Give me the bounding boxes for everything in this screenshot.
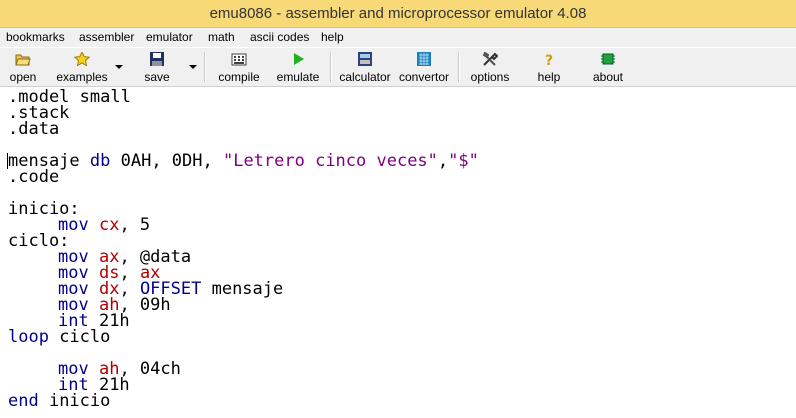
options-button[interactable]: options <box>466 48 514 86</box>
code-line: end inicio <box>8 391 111 411</box>
menu-ascii-codes[interactable]: ascii codes <box>250 30 309 44</box>
code-line: .data <box>8 119 60 139</box>
code-token: "$" <box>448 151 479 171</box>
examples-label: examples <box>56 70 108 84</box>
compile-icon <box>231 53 247 66</box>
code-line: mov cx, 5 <box>58 215 151 235</box>
toolbar-separator <box>204 52 206 82</box>
code-line: .code <box>8 167 60 187</box>
code-line: mensaje db 0AH, 0DH, "Letrero cinco vece… <box>8 151 479 171</box>
code-line: loop ciclo <box>8 327 111 347</box>
code-token: , <box>437 151 449 171</box>
code-token: , 5 <box>119 215 151 235</box>
open-button[interactable]: open <box>4 48 42 86</box>
menu-help[interactable]: help <box>321 30 344 44</box>
about-label: about <box>592 70 624 84</box>
code-token: 0AH, 0DH, <box>110 151 223 171</box>
options-label: options <box>470 70 510 84</box>
menu-bar: bookmarks assembler emulator math ascii … <box>0 28 796 47</box>
code-token: mensaje <box>201 279 284 299</box>
convertor-icon <box>417 52 431 66</box>
save-button[interactable]: save <box>140 48 174 86</box>
toolbar: open examples save compile emulate calcu… <box>0 48 796 87</box>
folder-open-icon <box>15 54 31 66</box>
compile-label: compile <box>218 70 260 84</box>
convertor-button[interactable]: convertor <box>396 48 452 86</box>
code-token: loop <box>8 327 49 347</box>
open-label: open <box>9 70 37 84</box>
calculator-label: calculator <box>339 70 391 84</box>
tools-icon <box>482 52 498 66</box>
code-token: ciclo <box>48 327 111 347</box>
code-token: db <box>89 151 111 171</box>
svg-text:?: ? <box>545 53 553 66</box>
calculator-icon <box>358 52 372 66</box>
code-editor[interactable]: .model small .stack .data mensaje db 0AH… <box>0 87 796 418</box>
menu-bookmarks[interactable]: bookmarks <box>6 30 65 44</box>
emulate-label: emulate <box>276 70 320 84</box>
window-title: emu8086 - assembler and microprocessor e… <box>0 0 796 28</box>
calculator-button[interactable]: calculator <box>336 48 394 86</box>
question-mark-icon: ? <box>545 53 553 66</box>
toolbar-separator <box>330 52 332 82</box>
chip-icon <box>601 53 615 65</box>
menu-math[interactable]: math <box>208 30 235 44</box>
help-button[interactable]: ? help <box>530 48 568 86</box>
menu-assembler[interactable]: assembler <box>79 30 134 44</box>
examples-button[interactable]: examples <box>54 48 110 86</box>
save-dropdown-arrow[interactable] <box>189 65 197 69</box>
help-label: help <box>537 70 561 84</box>
save-label: save <box>144 70 170 84</box>
compile-button[interactable]: compile <box>214 48 264 86</box>
code-token: cx <box>98 215 120 235</box>
about-button[interactable]: about <box>588 48 628 86</box>
play-icon <box>294 53 304 65</box>
code-token: "Letrero cinco veces" <box>222 151 438 171</box>
code-token: end <box>8 391 39 411</box>
star-icon <box>74 52 90 66</box>
emulate-button[interactable]: emulate <box>272 48 324 86</box>
menu-emulator[interactable]: emulator <box>146 30 193 44</box>
floppy-disk-icon <box>150 52 164 66</box>
examples-dropdown-arrow[interactable] <box>115 65 123 69</box>
code-token: inicio <box>38 391 111 411</box>
convertor-label: convertor <box>398 70 450 84</box>
toolbar-separator <box>458 52 460 82</box>
